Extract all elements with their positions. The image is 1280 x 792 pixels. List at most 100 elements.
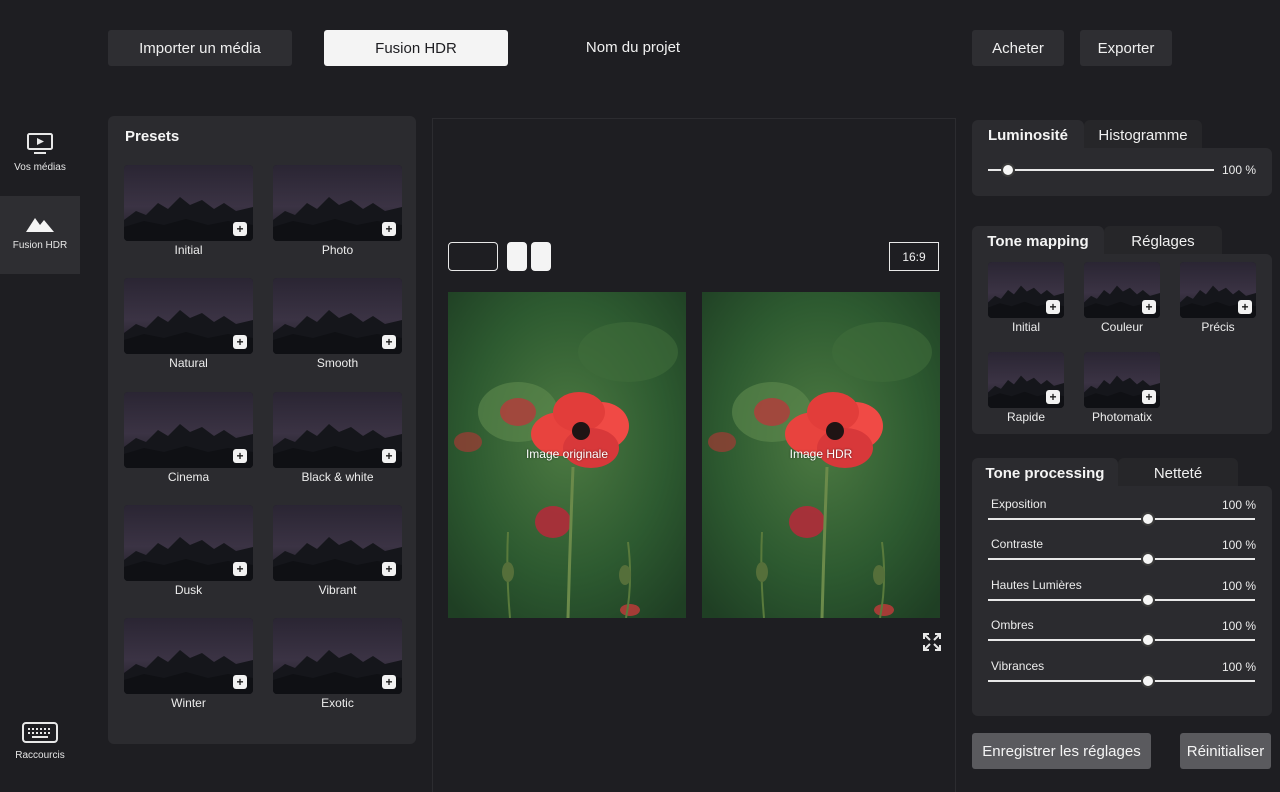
tone-mapping-thumb[interactable]: + [988, 352, 1064, 408]
original-image: Image originale [448, 292, 686, 618]
preset-thumb[interactable]: + [124, 165, 253, 241]
split-view-right-button[interactable] [531, 242, 551, 271]
preset-thumb[interactable]: + [124, 392, 253, 468]
fullscreen-icon[interactable] [923, 633, 941, 651]
slider-track[interactable] [988, 679, 1255, 682]
slider-label: Hautes Lumières [991, 577, 1082, 592]
aspect-ratio-button[interactable]: 16:9 [889, 242, 939, 271]
tab-luminosity[interactable]: Luminosité [972, 120, 1084, 150]
export-button[interactable]: Exporter [1080, 30, 1172, 66]
add-preset-icon[interactable]: + [382, 222, 396, 236]
preset-label: Smooth [316, 356, 359, 370]
preset-thumb[interactable]: + [273, 392, 402, 468]
luminosity-value: 100 % [1221, 163, 1256, 177]
preset-label: Black & white [301, 470, 374, 484]
luminosity-panel: 100 % [972, 148, 1272, 196]
tab-tone-processing[interactable]: Tone processing [972, 458, 1118, 488]
single-view-button[interactable] [448, 242, 498, 271]
reset-button[interactable]: Réinitialiser [1180, 733, 1271, 769]
preset-label: Natural [169, 356, 208, 370]
luminosity-slider-track[interactable] [988, 169, 1214, 171]
preset-thumb[interactable]: + [124, 505, 253, 581]
preset-thumb[interactable]: + [273, 505, 402, 581]
slider-value: 100 % [1221, 498, 1256, 512]
preset-label: Winter [171, 696, 206, 710]
tone-mapping-thumb[interactable]: + [988, 262, 1064, 318]
preset-thumb[interactable]: + [273, 618, 402, 694]
tone-mapping-thumb[interactable]: + [1084, 352, 1160, 408]
add-tone-mapping-icon[interactable]: + [1046, 300, 1060, 314]
add-preset-icon[interactable]: + [233, 335, 247, 349]
tab-tone-mapping[interactable]: Tone mapping [972, 226, 1104, 256]
preset-label: Vibrant [318, 583, 357, 597]
slider-knob[interactable] [1141, 552, 1156, 567]
import-media-button[interactable]: Importer un média [108, 30, 292, 66]
fusion-hdr-button[interactable]: Fusion HDR [324, 30, 508, 66]
slider-value: 100 % [1221, 659, 1256, 674]
slider-label: Ombres [991, 618, 1034, 633]
project-name[interactable]: Nom du projet [560, 30, 706, 64]
preset-label: Initial [174, 243, 203, 257]
sidebar-item-media[interactable]: Vos médias [0, 132, 80, 182]
add-tone-mapping-icon[interactable]: + [1142, 300, 1156, 314]
buy-button[interactable]: Acheter [972, 30, 1064, 66]
tone-mapping-panel: + Initial + Couleur + Précis + Rapide + Photomati… [972, 254, 1272, 434]
presets-title: Presets [125, 128, 180, 145]
slider-value: 100 % [1221, 538, 1256, 553]
slider-label: Contraste [991, 537, 1044, 552]
keyboard-icon [22, 722, 58, 743]
tone-mapping-label: Initial [1011, 320, 1040, 334]
slider-knob[interactable] [1141, 673, 1156, 688]
tone-mapping-thumb[interactable]: + [1180, 262, 1256, 318]
add-preset-icon[interactable]: + [233, 222, 247, 236]
preset-thumb[interactable]: + [124, 618, 253, 694]
slider-knob[interactable] [1141, 592, 1156, 607]
add-preset-icon[interactable]: + [233, 562, 247, 576]
add-preset-icon[interactable]: + [382, 675, 396, 689]
slider-label: Vibrances [991, 658, 1045, 673]
slider-value: 100 % [1221, 619, 1256, 634]
add-preset-icon[interactable]: + [233, 675, 247, 689]
tone-mapping-label: Photomatix [1091, 410, 1153, 424]
preset-label: Cinema [167, 470, 210, 484]
tone-mapping-thumb[interactable]: + [1084, 262, 1160, 318]
slider-track[interactable] [988, 518, 1255, 520]
preset-thumb[interactable]: + [273, 278, 402, 354]
slider-knob[interactable] [1141, 512, 1156, 526]
split-view-left-button[interactable] [507, 242, 527, 271]
preset-label: Exotic [321, 696, 354, 710]
add-preset-icon[interactable]: + [233, 449, 247, 463]
preset-label: Dusk [174, 583, 203, 597]
save-settings-button[interactable]: Enregistrer les réglages [972, 733, 1151, 769]
sidebar-item-label: Fusion HDR [12, 240, 68, 251]
slider-track[interactable] [988, 558, 1255, 561]
slider-knob[interactable] [1141, 633, 1156, 648]
tab-sharpness[interactable]: Netteté [1118, 458, 1238, 488]
sidebar-item-label: Vos médias [14, 162, 66, 173]
monitor-play-icon [27, 133, 53, 154]
tab-histogram[interactable]: Histogramme [1084, 120, 1202, 150]
original-image-label: Image originale [525, 447, 609, 461]
tone-mapping-label: Précis [1201, 320, 1235, 334]
add-tone-mapping-icon[interactable]: + [1046, 390, 1060, 404]
add-preset-icon[interactable]: + [382, 335, 396, 349]
tab-settings[interactable]: Réglages [1104, 226, 1222, 256]
tone-processing-panel: Exposition 100 % Contraste 100 % Hautes Lumi… [972, 486, 1272, 716]
presets-panel: Presets + Initial + Photo + Natural + Smooth + Ci… [108, 116, 416, 744]
add-tone-mapping-icon[interactable]: + [1142, 390, 1156, 404]
tone-mapping-label: Rapide [1006, 410, 1046, 424]
sidebar-item-fusion-hdr[interactable]: Fusion HDR [0, 196, 80, 274]
preset-thumb[interactable]: + [124, 278, 253, 354]
add-tone-mapping-icon[interactable]: + [1238, 300, 1252, 314]
add-preset-icon[interactable]: + [382, 562, 396, 576]
hdr-image: Image HDR [702, 292, 940, 618]
preset-thumb[interactable]: + [273, 165, 402, 241]
preset-label: Photo [321, 243, 354, 257]
slider-track[interactable] [988, 639, 1255, 642]
slider-track[interactable] [988, 598, 1255, 601]
luminosity-slider-knob[interactable] [1001, 163, 1016, 177]
hdr-image-label: Image HDR [789, 447, 853, 461]
add-preset-icon[interactable]: + [382, 449, 396, 463]
sidebar-item-shortcuts[interactable]: Raccourcis [0, 722, 80, 762]
tone-mapping-label: Couleur [1100, 320, 1144, 334]
